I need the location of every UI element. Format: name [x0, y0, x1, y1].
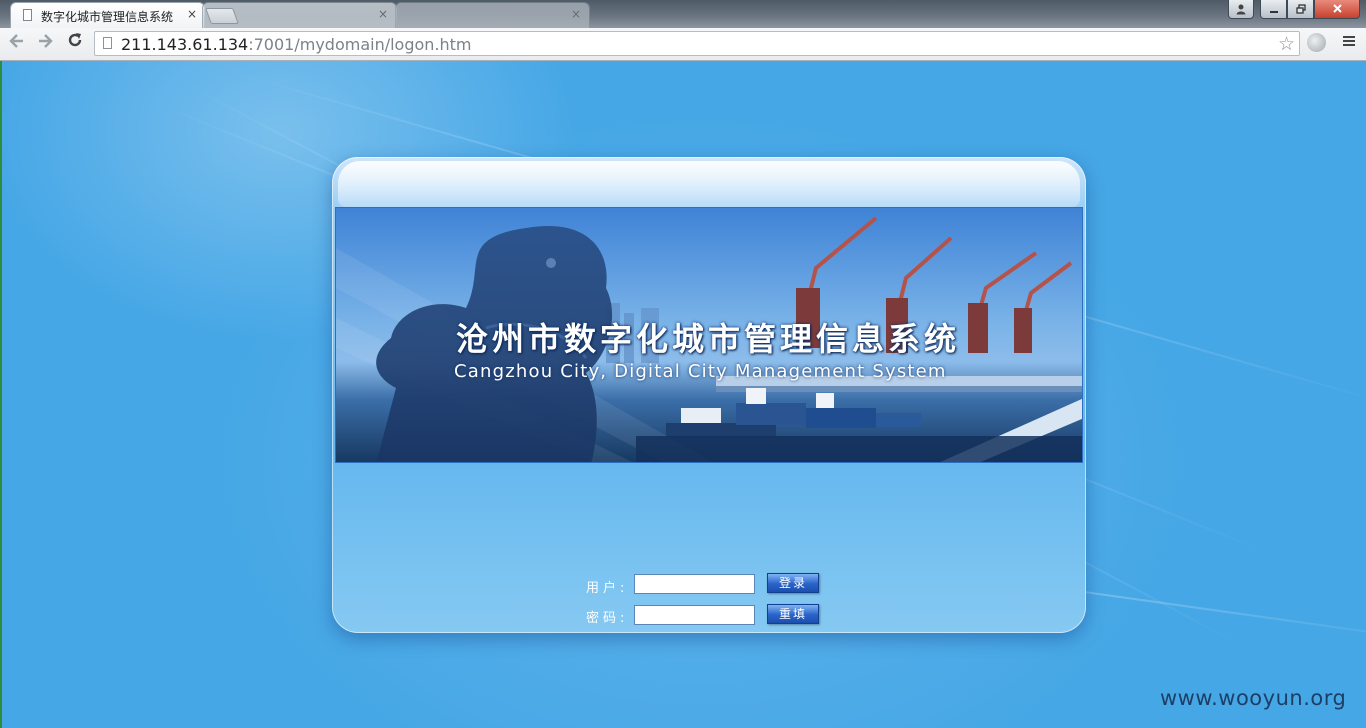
browser-toolbar: 211.143.61.134:7001/mydomain/logon.htm ☆	[0, 28, 1366, 61]
bookmark-star-icon[interactable]: ☆	[1278, 33, 1295, 55]
panel-gloss	[338, 161, 1080, 207]
tab-inactive-2[interactable]: ×	[395, 2, 590, 28]
tab-close-icon[interactable]: ×	[187, 7, 197, 21]
restore-icon	[1295, 4, 1306, 14]
window-close-button[interactable]	[1314, 0, 1360, 19]
address-bar[interactable]: 211.143.61.134:7001/mydomain/logon.htm ☆	[94, 31, 1300, 56]
reload-icon	[68, 33, 82, 47]
back-arrow-icon	[9, 34, 23, 48]
hamburger-icon	[1343, 36, 1355, 46]
minimize-icon	[1269, 11, 1278, 13]
login-button[interactable]: 登录	[767, 573, 819, 593]
banner: 沧州市数字化城市管理信息系统 Cangzhou City, Digital Ci…	[335, 207, 1083, 463]
page-icon	[103, 37, 112, 49]
person-icon	[1236, 4, 1246, 15]
restore-button[interactable]	[1287, 0, 1314, 19]
login-panel: 沧州市数字化城市管理信息系统 Cangzhou City, Digital Ci…	[332, 157, 1086, 633]
watermark-text: www.wooyun.org	[1160, 686, 1347, 710]
profile-button[interactable]	[1228, 0, 1254, 19]
extension-globe-icon[interactable]	[1307, 33, 1326, 52]
forward-arrow-icon	[39, 34, 53, 48]
minimize-button[interactable]	[1260, 0, 1287, 19]
page-body: 沧州市数字化城市管理信息系统 Cangzhou City, Digital Ci…	[0, 61, 1366, 728]
back-button[interactable]	[8, 32, 26, 55]
menu-icon[interactable]	[1342, 32, 1356, 53]
tab-active[interactable]: 数字化城市管理信息系统 ×	[10, 2, 205, 28]
close-icon	[1332, 4, 1342, 13]
tab-title: 数字化城市管理信息系统	[41, 10, 174, 24]
reload-button[interactable]	[66, 31, 84, 54]
url-path: :7001/mydomain/logon.htm	[248, 35, 472, 54]
browser-tab-strip: 数字化城市管理信息系统 × × ×	[0, 0, 1366, 28]
url-host: 211.143.61.134	[121, 35, 249, 54]
password-label: 密码:	[586, 611, 629, 626]
username-input[interactable]	[634, 574, 755, 594]
password-input[interactable]	[634, 605, 755, 625]
tab-close-icon[interactable]: ×	[571, 7, 581, 21]
forward-button[interactable]	[36, 32, 54, 55]
reset-button[interactable]: 重填	[767, 604, 819, 624]
url-text[interactable]: 211.143.61.134:7001/mydomain/logon.htm	[121, 35, 472, 54]
username-label: 用户:	[586, 581, 629, 596]
document-icon	[23, 9, 32, 21]
system-title-en: Cangzhou City, Digital City Management S…	[454, 361, 947, 382]
tab-close-icon[interactable]: ×	[378, 7, 388, 21]
system-title-cn: 沧州市数字化城市管理信息系统	[456, 320, 961, 358]
new-tab-button[interactable]	[205, 8, 239, 24]
